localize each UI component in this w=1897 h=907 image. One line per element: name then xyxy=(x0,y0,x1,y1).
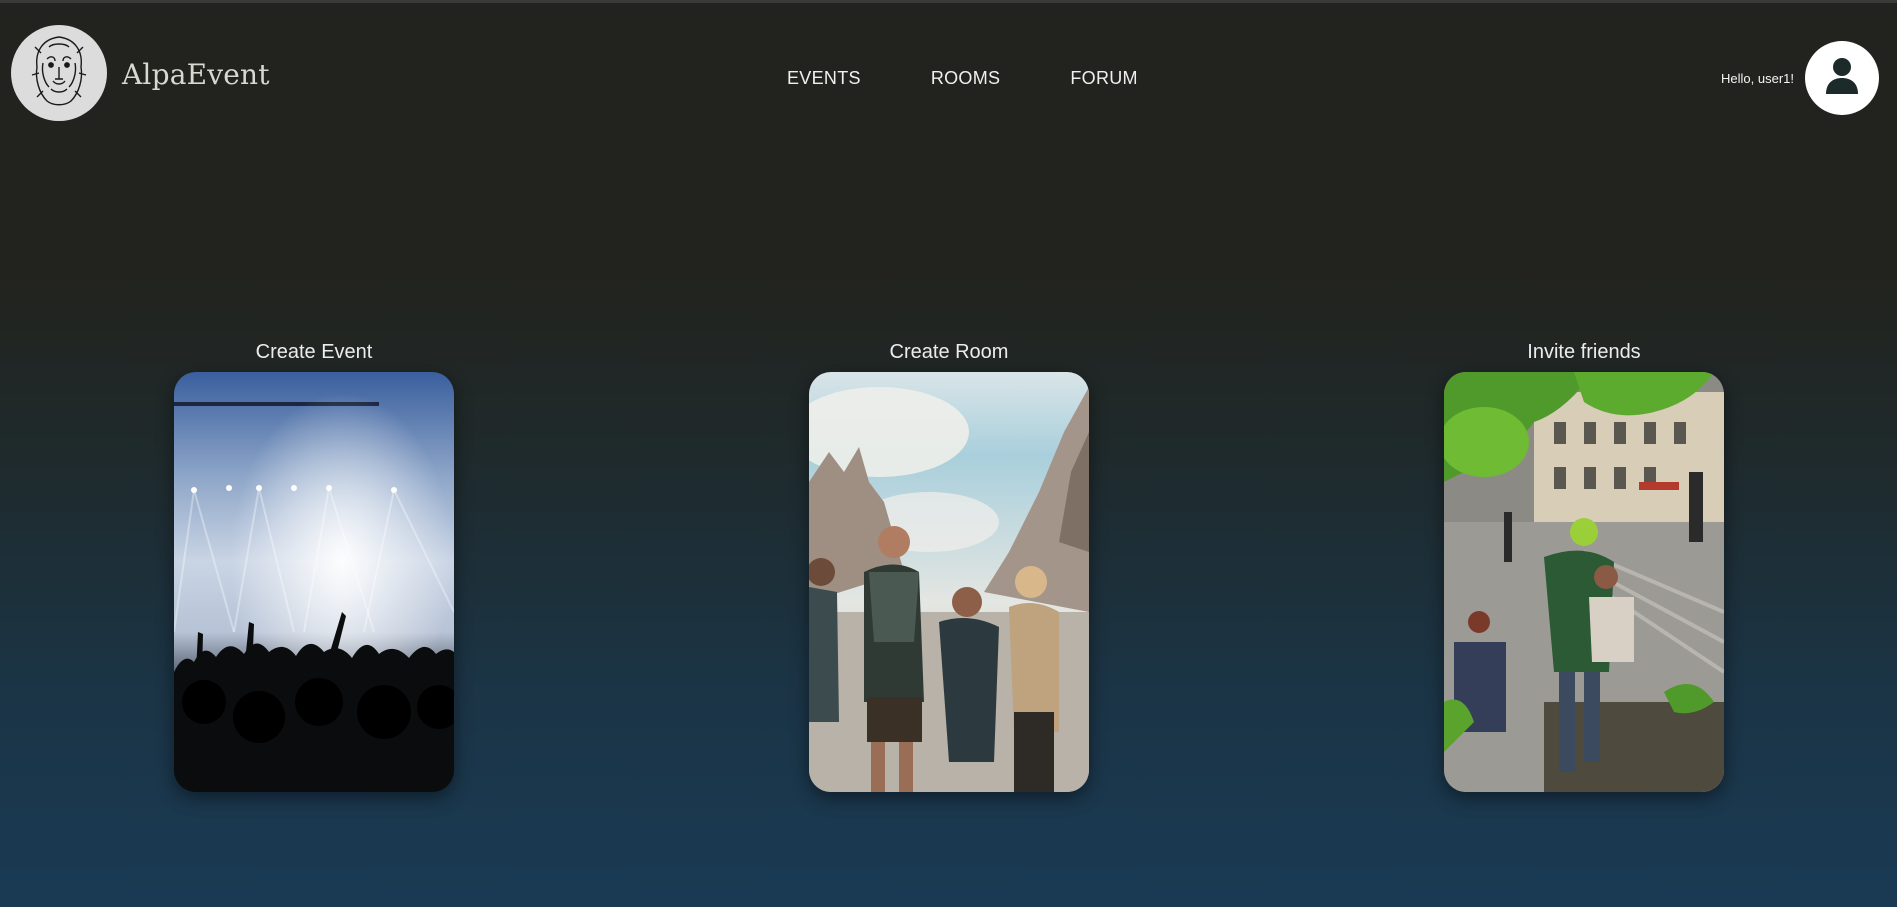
nav-events[interactable]: EVENTS xyxy=(787,68,861,89)
user-icon xyxy=(1825,57,1859,100)
card-create-event: Create Event xyxy=(174,340,454,792)
nav-forum[interactable]: FORUM xyxy=(1070,68,1138,89)
brand-name[interactable]: AlpaEvent xyxy=(122,58,270,91)
site-header: AlpaEvent EVENTS ROOMS FORUM Hello, user… xyxy=(0,3,1897,153)
card-title: Create Event xyxy=(255,341,373,363)
concert-crowd-image[interactable] xyxy=(174,372,454,792)
friends-hiking-image[interactable] xyxy=(809,372,1089,792)
nav-rooms[interactable]: ROOMS xyxy=(931,68,1001,89)
logo[interactable] xyxy=(11,25,107,121)
city-plaza-image[interactable] xyxy=(1444,372,1724,792)
card-title: Create Room xyxy=(889,341,1009,363)
card-create-room: Create Room xyxy=(809,340,1089,792)
card-title: Invite friends xyxy=(1527,341,1641,363)
main-nav: EVENTS ROOMS FORUM xyxy=(787,68,1138,89)
user-greeting: Hello, user1! xyxy=(1721,71,1794,86)
lion-head-icon xyxy=(29,33,89,114)
user-avatar-button[interactable] xyxy=(1805,41,1879,115)
card-invite-friends: Invite friends xyxy=(1444,340,1724,792)
